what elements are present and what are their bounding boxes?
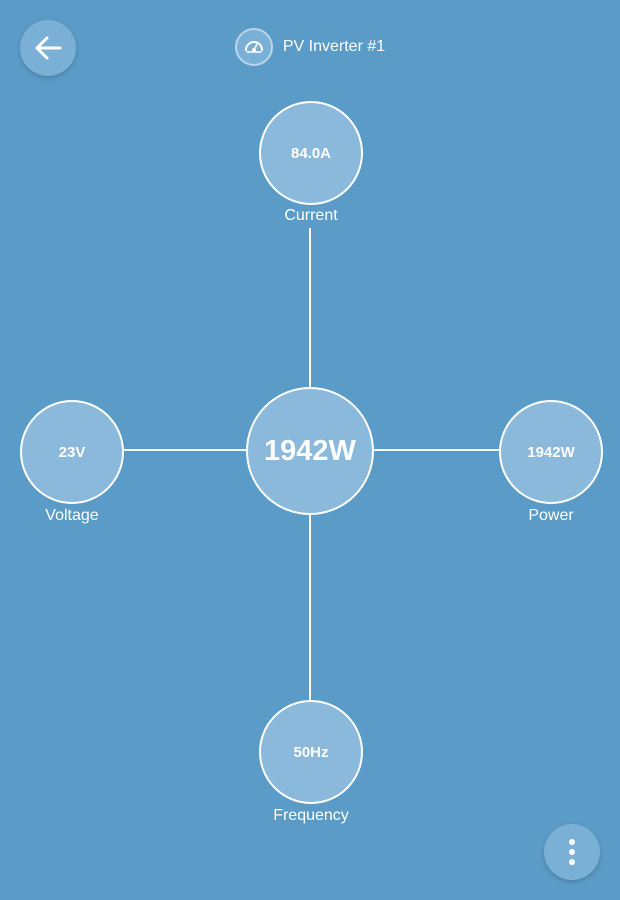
header: PV Inverter #1 — [0, 28, 620, 66]
current-value: 84.0A — [290, 144, 332, 162]
more-vertical-icon — [569, 839, 575, 865]
connector-frequency — [309, 512, 311, 700]
connector-current — [309, 228, 311, 388]
frequency-node[interactable]: 50Hz — [259, 700, 363, 804]
connector-voltage — [122, 449, 248, 451]
frequency-value: 50Hz — [293, 743, 329, 761]
connector-power — [372, 449, 500, 451]
voltage-value: 23V — [58, 443, 86, 461]
current-node[interactable]: 84.0A — [259, 101, 363, 205]
voltage-node[interactable]: 23V — [20, 400, 124, 504]
center-node[interactable]: 1942W — [246, 387, 374, 515]
page-title: PV Inverter #1 — [282, 38, 386, 55]
frequency-label: Frequency — [273, 807, 349, 824]
center-value: 1942W — [264, 434, 356, 467]
gauge-icon — [234, 28, 273, 66]
current-label: Current — [284, 207, 338, 224]
power-node[interactable]: 1942W — [499, 400, 603, 504]
power-value: 1942W — [527, 443, 575, 461]
power-label: Power — [528, 507, 574, 524]
more-options-button[interactable] — [544, 824, 600, 880]
voltage-label: Voltage — [45, 507, 99, 524]
